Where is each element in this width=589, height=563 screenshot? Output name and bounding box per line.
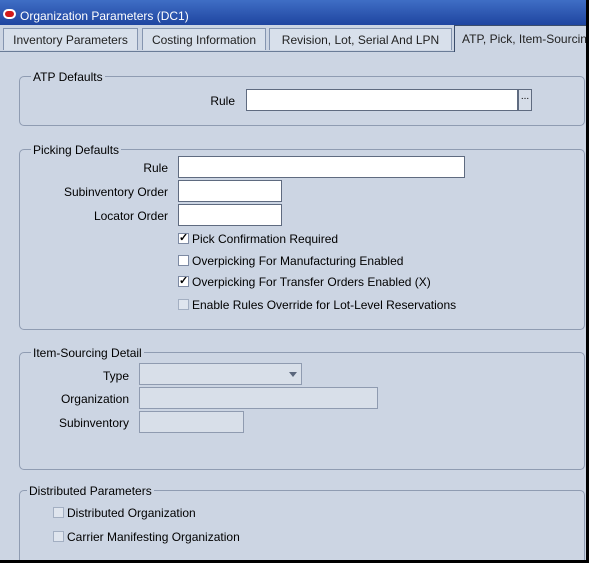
pick-confirmation-label: Pick Confirmation Required bbox=[192, 232, 339, 246]
organization-field[interactable] bbox=[139, 387, 378, 409]
organization-label: Organization bbox=[60, 392, 129, 406]
item-sourcing-legend: Item-Sourcing Detail bbox=[31, 346, 144, 360]
locator-order-label: Locator Order bbox=[93, 209, 168, 223]
overpicking-manufacturing-label: Overpicking For Manufacturing Enabled bbox=[192, 254, 404, 268]
tab-bar: Inventory Parameters Costing Information… bbox=[0, 25, 586, 52]
chevron-down-icon[interactable] bbox=[289, 372, 297, 377]
tab-inventory-parameters[interactable]: Inventory Parameters bbox=[3, 28, 138, 50]
picking-rule-field[interactable] bbox=[178, 156, 465, 178]
subinventory-order-field[interactable] bbox=[178, 180, 282, 202]
subinventory-field[interactable] bbox=[139, 411, 244, 433]
tab-atp-pick-item-sourcing[interactable]: ATP, Pick, Item-Sourcing bbox=[454, 25, 586, 52]
checkmark-icon: ✓ bbox=[179, 275, 189, 287]
pick-confirmation-checkbox[interactable]: ✓ bbox=[178, 233, 189, 244]
overpicking-transfer-orders-checkbox[interactable]: ✓ bbox=[178, 276, 189, 287]
picking-defaults-legend: Picking Defaults bbox=[31, 143, 122, 157]
distributed-parameters-group bbox=[19, 490, 585, 560]
atp-rule-label: Rule bbox=[210, 94, 235, 108]
type-label: Type bbox=[102, 369, 129, 383]
window-title: Organization Parameters (DC1) bbox=[20, 9, 189, 23]
distributed-parameters-legend: Distributed Parameters bbox=[27, 484, 154, 498]
type-select[interactable] bbox=[139, 363, 302, 385]
tab-revision-lot-serial-lpn[interactable]: Revision, Lot, Serial And LPN bbox=[269, 28, 452, 50]
distributed-organization-label: Distributed Organization bbox=[67, 506, 196, 520]
atp-rule-field[interactable] bbox=[246, 89, 518, 111]
overpicking-transfer-orders-label: Overpicking For Transfer Orders Enabled … bbox=[192, 275, 431, 289]
overpicking-manufacturing-checkbox[interactable] bbox=[178, 255, 189, 266]
carrier-manifesting-label: Carrier Manifesting Organization bbox=[67, 530, 240, 544]
distributed-organization-checkbox[interactable] bbox=[53, 507, 64, 518]
rules-override-checkbox[interactable] bbox=[178, 299, 189, 310]
carrier-manifesting-checkbox[interactable] bbox=[53, 531, 64, 542]
rules-override-label: Enable Rules Override for Lot-Level Rese… bbox=[192, 298, 457, 312]
subinventory-order-label: Subinventory Order bbox=[63, 185, 168, 199]
ellipsis-icon[interactable]: ... bbox=[518, 89, 532, 111]
tab-content-panel: ATP Defaults Rule ... Picking Defaults R… bbox=[0, 52, 586, 560]
checkmark-icon: ✓ bbox=[179, 232, 189, 244]
tab-costing-information[interactable]: Costing Information bbox=[142, 28, 266, 50]
oracle-logo-icon bbox=[3, 9, 16, 19]
organization-parameters-window: Organization Parameters (DC1) Inventory … bbox=[0, 0, 589, 563]
subinventory-label: Subinventory bbox=[58, 416, 129, 430]
title-bar[interactable]: Organization Parameters (DC1) bbox=[0, 0, 586, 25]
locator-order-field[interactable] bbox=[178, 204, 282, 226]
picking-rule-label: Rule bbox=[143, 161, 168, 175]
atp-defaults-legend: ATP Defaults bbox=[31, 70, 105, 84]
